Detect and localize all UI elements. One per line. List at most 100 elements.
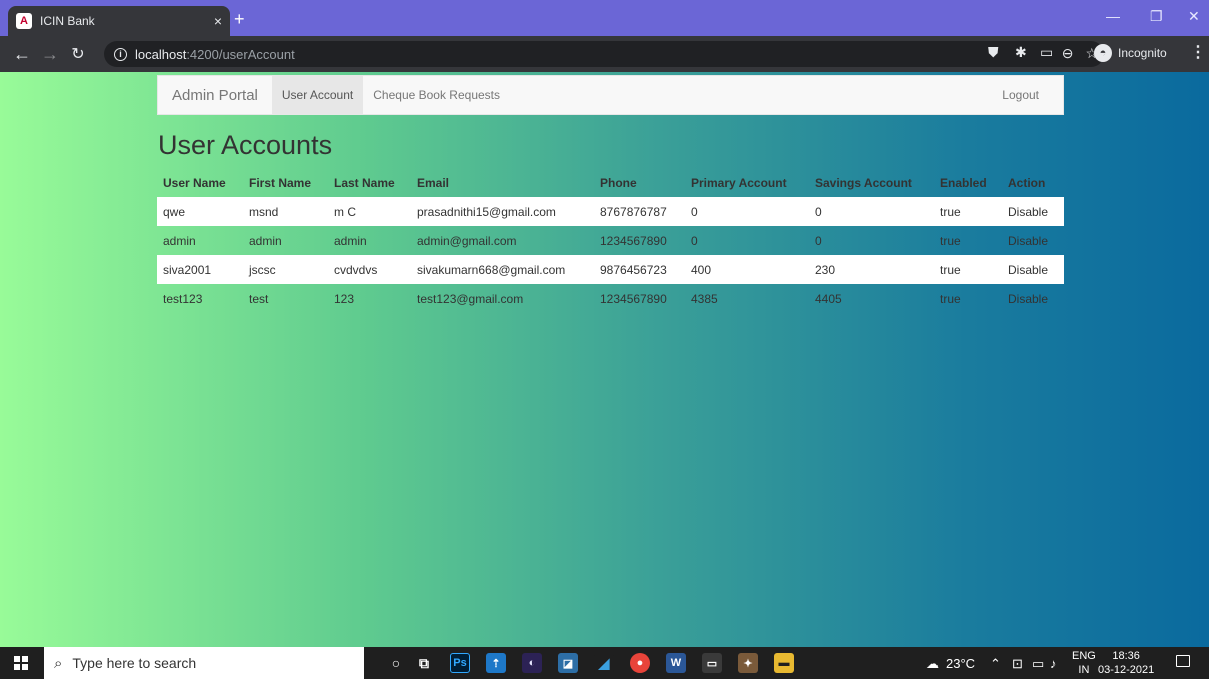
header-email: Email	[417, 176, 450, 190]
table-row: qwe msnd m C prasadnithi15@gmail.com 876…	[157, 197, 1064, 226]
cell-email: sivakumarn668@gmail.com	[411, 255, 594, 284]
chrome-icon[interactable]: ●	[630, 653, 650, 673]
header-phone: Phone	[600, 176, 637, 190]
address-bar[interactable]: i localhost :4200/userAccount ⊖ ☆	[104, 41, 1104, 67]
primary-account-link[interactable]: 4385	[685, 284, 809, 313]
nav-user-account[interactable]: User Account	[271, 75, 364, 115]
windows-start-icon[interactable]	[14, 656, 28, 670]
minimize-icon[interactable]: —	[1106, 8, 1120, 24]
game-icon[interactable]: ✦	[738, 653, 758, 673]
reload-icon[interactable]: ↻	[64, 44, 92, 64]
network-icon[interactable]: ⊡	[1012, 656, 1023, 672]
cell-enabled: true	[934, 255, 1002, 284]
cell-enabled: true	[934, 197, 1002, 226]
user-accounts-table: User Name First Name Last Name Email Pho…	[157, 169, 1064, 313]
taskbar-search-placeholder: Type here to search	[72, 655, 197, 671]
back-arrow-icon[interactable]: ←	[8, 44, 36, 65]
disable-user-button[interactable]: Disable	[1002, 255, 1064, 284]
savings-account-link[interactable]: 0	[809, 226, 934, 255]
incognito-label: Incognito	[1118, 46, 1167, 60]
close-window-icon[interactable]: ✕	[1188, 8, 1200, 25]
savings-account-link[interactable]: 0	[809, 197, 934, 226]
notifications-icon[interactable]	[1176, 655, 1190, 667]
primary-account-link[interactable]: 400	[685, 255, 809, 284]
cell-email: admin@gmail.com	[417, 233, 517, 248]
header-primary-account: Primary Account	[691, 176, 787, 190]
weather-icon[interactable]: ☁	[926, 656, 939, 672]
primary-account-link[interactable]: 0	[685, 226, 809, 255]
cell-phone: 9876456723	[594, 255, 685, 284]
windows-taskbar: ⌕ Type here to search ○ ⧉ Ps ⇡ ◐ ◪ ◢ ● W…	[0, 647, 1209, 679]
cell-last-name: 123	[334, 291, 355, 306]
savings-account-link[interactable]: 230	[809, 255, 934, 284]
cast-icon[interactable]: ▭	[1040, 44, 1053, 61]
browser-tab[interactable]: A ICIN Bank ×	[8, 6, 230, 36]
cell-user-name: qwe	[157, 197, 243, 226]
battery-icon[interactable]: ▭	[1032, 656, 1044, 672]
primary-account-link[interactable]: 0	[685, 197, 809, 226]
file-explorer-icon[interactable]: ▬	[774, 653, 794, 673]
cell-user-name: admin	[163, 233, 196, 248]
cell-phone: 1234567890	[600, 291, 667, 306]
header-user-name: User Name	[163, 176, 226, 190]
language-code: ENG	[1072, 650, 1096, 662]
zoom-icon[interactable]: ⊖	[1062, 45, 1074, 62]
cell-email: prasadnithi15@gmail.com	[411, 197, 594, 226]
terminal-icon[interactable]: ▭	[702, 653, 722, 673]
app-store-icon[interactable]: ⇡	[486, 653, 506, 673]
url-path: :4200/userAccount	[186, 46, 295, 62]
sql-tool-icon[interactable]: ◪	[558, 653, 578, 673]
show-hidden-icons-icon[interactable]: ⌃	[990, 656, 1001, 672]
task-view-icon[interactable]: ⧉	[414, 653, 434, 673]
header-savings-account: Savings Account	[815, 176, 912, 190]
clock-date: 03-12-2021	[1098, 664, 1155, 676]
weather-temperature[interactable]: 23°C	[946, 656, 975, 671]
table-row: test123 test 123 test123@gmail.com 12345…	[157, 284, 1064, 313]
cell-enabled: true	[940, 233, 961, 248]
cell-phone: 1234567890	[600, 233, 667, 248]
word-icon[interactable]: W	[666, 653, 686, 673]
cell-last-name: admin	[334, 233, 367, 248]
browser-menu-icon[interactable]: ⋮	[1190, 42, 1206, 62]
table-row: admin admin admin admin@gmail.com 123456…	[157, 226, 1064, 255]
browser-tab-bar: A ICIN Bank × + — ❐ ✕	[0, 0, 1209, 36]
restore-icon[interactable]: ❐	[1150, 8, 1163, 25]
angular-favicon-icon: A	[16, 13, 32, 29]
incognito-indicator[interactable]: ◓ Incognito	[1094, 41, 1167, 65]
navbar-brand[interactable]: Admin Portal	[158, 87, 272, 104]
admin-navbar: Admin Portal User Account Cheque Book Re…	[157, 75, 1064, 115]
installer-icon[interactable]: ◢	[594, 653, 614, 673]
clock-time: 18:36	[1112, 650, 1140, 662]
table-header-row: User Name First Name Last Name Email Pho…	[157, 169, 1064, 197]
close-tab-icon[interactable]: ×	[214, 13, 222, 29]
photoshop-icon[interactable]: Ps	[450, 653, 470, 673]
cell-first-name: jscsc	[243, 255, 328, 284]
nav-cheque-book-requests[interactable]: Cheque Book Requests	[363, 75, 510, 115]
eclipse-icon[interactable]: ◐	[522, 653, 542, 673]
cell-first-name: msnd	[243, 197, 328, 226]
table-row: siva2001 jscsc cvdvdvs sivakumarn668@gma…	[157, 255, 1064, 284]
volume-icon[interactable]: ♪	[1050, 656, 1057, 671]
logout-link[interactable]: Logout	[992, 75, 1049, 115]
cell-last-name: cvdvdvs	[328, 255, 411, 284]
taskbar-clock[interactable]: 18:36 03-12-2021	[1098, 649, 1154, 677]
shield-extension-icon[interactable]: ⛊	[988, 44, 999, 61]
cortana-icon[interactable]: ○	[386, 653, 406, 673]
header-action: Action	[1008, 176, 1046, 190]
puzzle-extension-icon[interactable]: ✱	[1015, 44, 1027, 61]
forward-arrow-icon[interactable]: →	[36, 44, 64, 65]
disable-user-button[interactable]: Disable	[1002, 197, 1064, 226]
language-indicator[interactable]: ENG IN	[1072, 649, 1096, 677]
site-info-icon[interactable]: i	[114, 47, 127, 61]
header-first-name: First Name	[249, 176, 312, 190]
page-viewport: Admin Portal User Account Cheque Book Re…	[0, 72, 1209, 647]
disable-user-button[interactable]: Disable	[1002, 284, 1064, 313]
savings-account-link[interactable]: 4405	[809, 284, 934, 313]
language-region: IN	[1078, 664, 1090, 676]
cell-user-name: siva2001	[157, 255, 243, 284]
new-tab-button[interactable]: +	[234, 9, 245, 30]
cell-phone: 8767876787	[594, 197, 685, 226]
disable-user-button[interactable]: Disable	[1002, 226, 1064, 255]
url-host: localhost	[135, 46, 187, 62]
taskbar-search-box[interactable]: ⌕ Type here to search	[44, 647, 364, 679]
